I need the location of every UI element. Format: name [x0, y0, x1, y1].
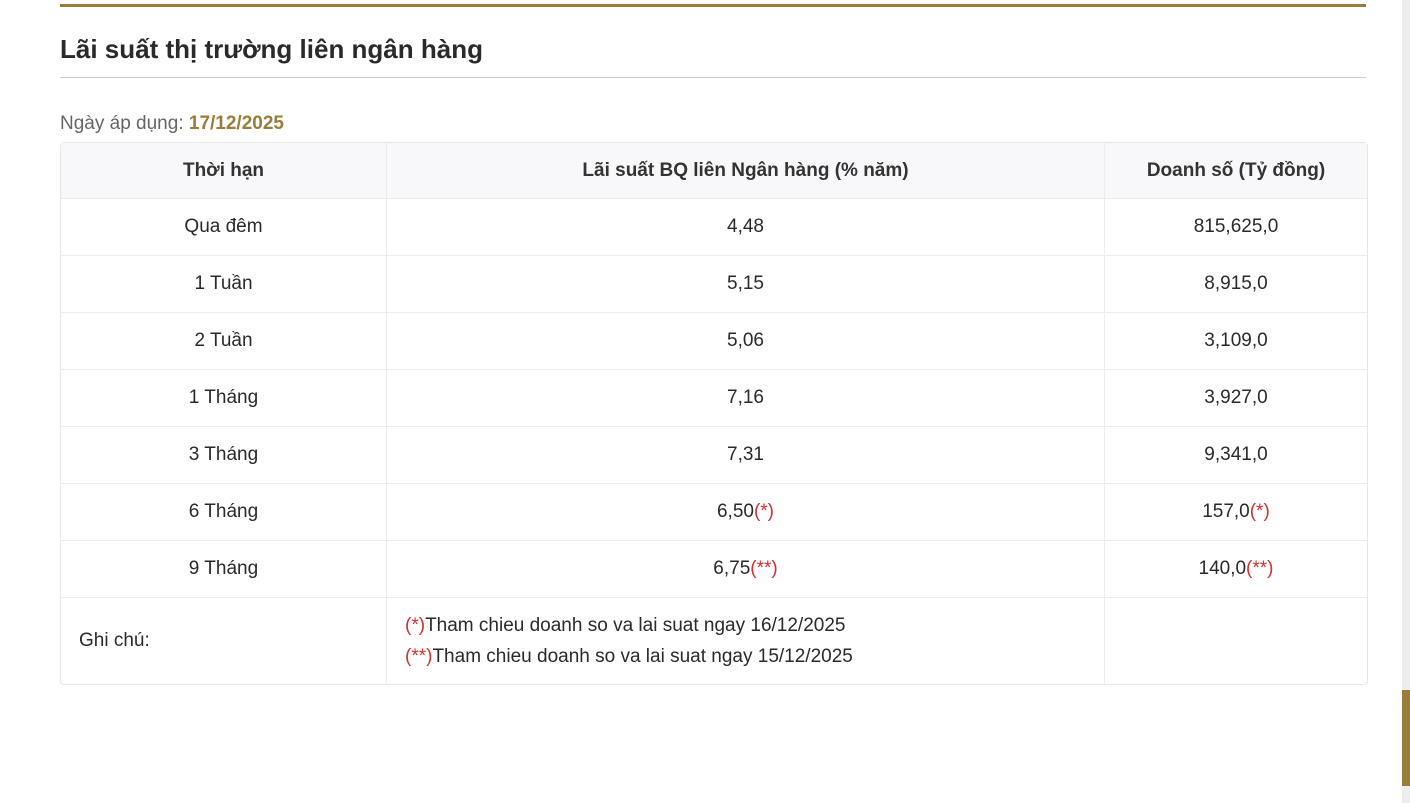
term-cell: 3 Tháng	[61, 427, 387, 484]
volume-value: 3,109,0	[1204, 330, 1268, 351]
notes-empty-cell	[1105, 598, 1367, 684]
term-cell: Qua đêm	[61, 199, 387, 256]
table-row: Qua đêm 4,48 815,625,0	[61, 199, 1367, 256]
applied-date-value: 17/12/2025	[188, 113, 284, 134]
rate-value: 5,15	[727, 273, 764, 294]
table-row: 9 Tháng 6,75(**) 140,0(**)	[61, 541, 1367, 598]
header-rate: Lãi suất BQ liên Ngân hàng (% năm)	[387, 143, 1105, 199]
volume-cell: 157,0(*)	[1105, 484, 1367, 541]
rate-cell: 5,15	[387, 256, 1105, 313]
note-text: Tham chieu doanh so va lai suat ngay 15/…	[432, 646, 853, 667]
interbank-rates-panel: Lãi suất thị trường liên ngân hàng Ngày …	[60, 0, 1368, 685]
header-term: Thời hạn	[61, 143, 387, 199]
page-title: Lãi suất thị trường liên ngân hàng	[60, 34, 483, 64]
term-cell: 1 Tháng	[61, 370, 387, 427]
header-volume: Doanh số (Tỷ đồng)	[1105, 143, 1367, 199]
table-row: 3 Tháng 7,31 9,341,0	[61, 427, 1367, 484]
term-cell: 6 Tháng	[61, 484, 387, 541]
rate-value: 4,48	[727, 216, 764, 237]
volume-cell: 3,927,0	[1105, 370, 1367, 427]
volume-cell: 815,625,0	[1105, 199, 1367, 256]
rate-cell: 6,50(*)	[387, 484, 1105, 541]
rate-value: 5,06	[727, 330, 764, 351]
rate-footnote-mark: (**)	[750, 558, 778, 579]
page-scrollbar[interactable]	[1402, 0, 1410, 803]
volume-value: 8,915,0	[1204, 273, 1268, 294]
applied-date-line: Ngày áp dụng: 17/12/2025	[60, 112, 1366, 136]
volume-value: 157,0	[1202, 501, 1250, 522]
volume-value: 815,625,0	[1193, 216, 1279, 237]
volume-cell: 3,109,0	[1105, 313, 1367, 370]
rate-cell: 4,48	[387, 199, 1105, 256]
volume-cell: 8,915,0	[1105, 256, 1367, 313]
table-row: 1 Tháng 7,16 3,927,0	[61, 370, 1367, 427]
notes-cell: (*)Tham chieu doanh so va lai suat ngay …	[387, 598, 1105, 684]
scrollbar-thumb[interactable]	[1402, 690, 1410, 786]
table-header-row: Thời hạn Lãi suất BQ liên Ngân hàng (% n…	[61, 143, 1367, 199]
notes-row: Ghi chú: (*)Tham chieu doanh so va lai s…	[61, 598, 1367, 684]
notes-label: Ghi chú:	[61, 598, 387, 684]
rate-cell: 5,06	[387, 313, 1105, 370]
rate-footnote-mark: (*)	[753, 501, 775, 522]
table-row: 2 Tuần 5,06 3,109,0	[61, 313, 1367, 370]
volume-cell: 140,0(**)	[1105, 541, 1367, 598]
note-text: Tham chieu doanh so va lai suat ngay 16/…	[425, 615, 846, 636]
note-line: (*)Tham chieu doanh so va lai suat ngay …	[405, 610, 1104, 641]
rate-value: 6,50	[716, 501, 754, 522]
applied-date-label: Ngày áp dụng:	[60, 113, 184, 134]
rate-value: 6,75	[713, 558, 751, 579]
table-row: 6 Tháng 6,50(*) 157,0(*)	[61, 484, 1367, 541]
note-mark: (**)	[405, 646, 433, 667]
term-cell: 1 Tuần	[61, 256, 387, 313]
rate-value: 7,16	[727, 387, 764, 408]
volume-cell: 9,341,0	[1105, 427, 1367, 484]
note-mark: (*)	[405, 615, 426, 636]
term-cell: 2 Tuần	[61, 313, 387, 370]
title-divider	[60, 77, 1366, 78]
term-cell: 9 Tháng	[61, 541, 387, 598]
rate-cell: 6,75(**)	[387, 541, 1105, 598]
rates-table: Thời hạn Lãi suất BQ liên Ngân hàng (% n…	[60, 142, 1368, 685]
volume-value: 3,927,0	[1204, 387, 1268, 408]
rate-cell: 7,31	[387, 427, 1105, 484]
rate-cell: 7,16	[387, 370, 1105, 427]
rate-value: 7,31	[727, 444, 764, 465]
note-line: (**)Tham chieu doanh so va lai suat ngay…	[405, 641, 1104, 672]
volume-value: 9,341,0	[1204, 444, 1268, 465]
volume-footnote-mark: (*)	[1249, 501, 1270, 522]
volume-footnote-mark: (**)	[1246, 558, 1274, 579]
volume-value: 140,0	[1198, 558, 1247, 579]
table-row: 1 Tuần 5,15 8,915,0	[61, 256, 1367, 313]
